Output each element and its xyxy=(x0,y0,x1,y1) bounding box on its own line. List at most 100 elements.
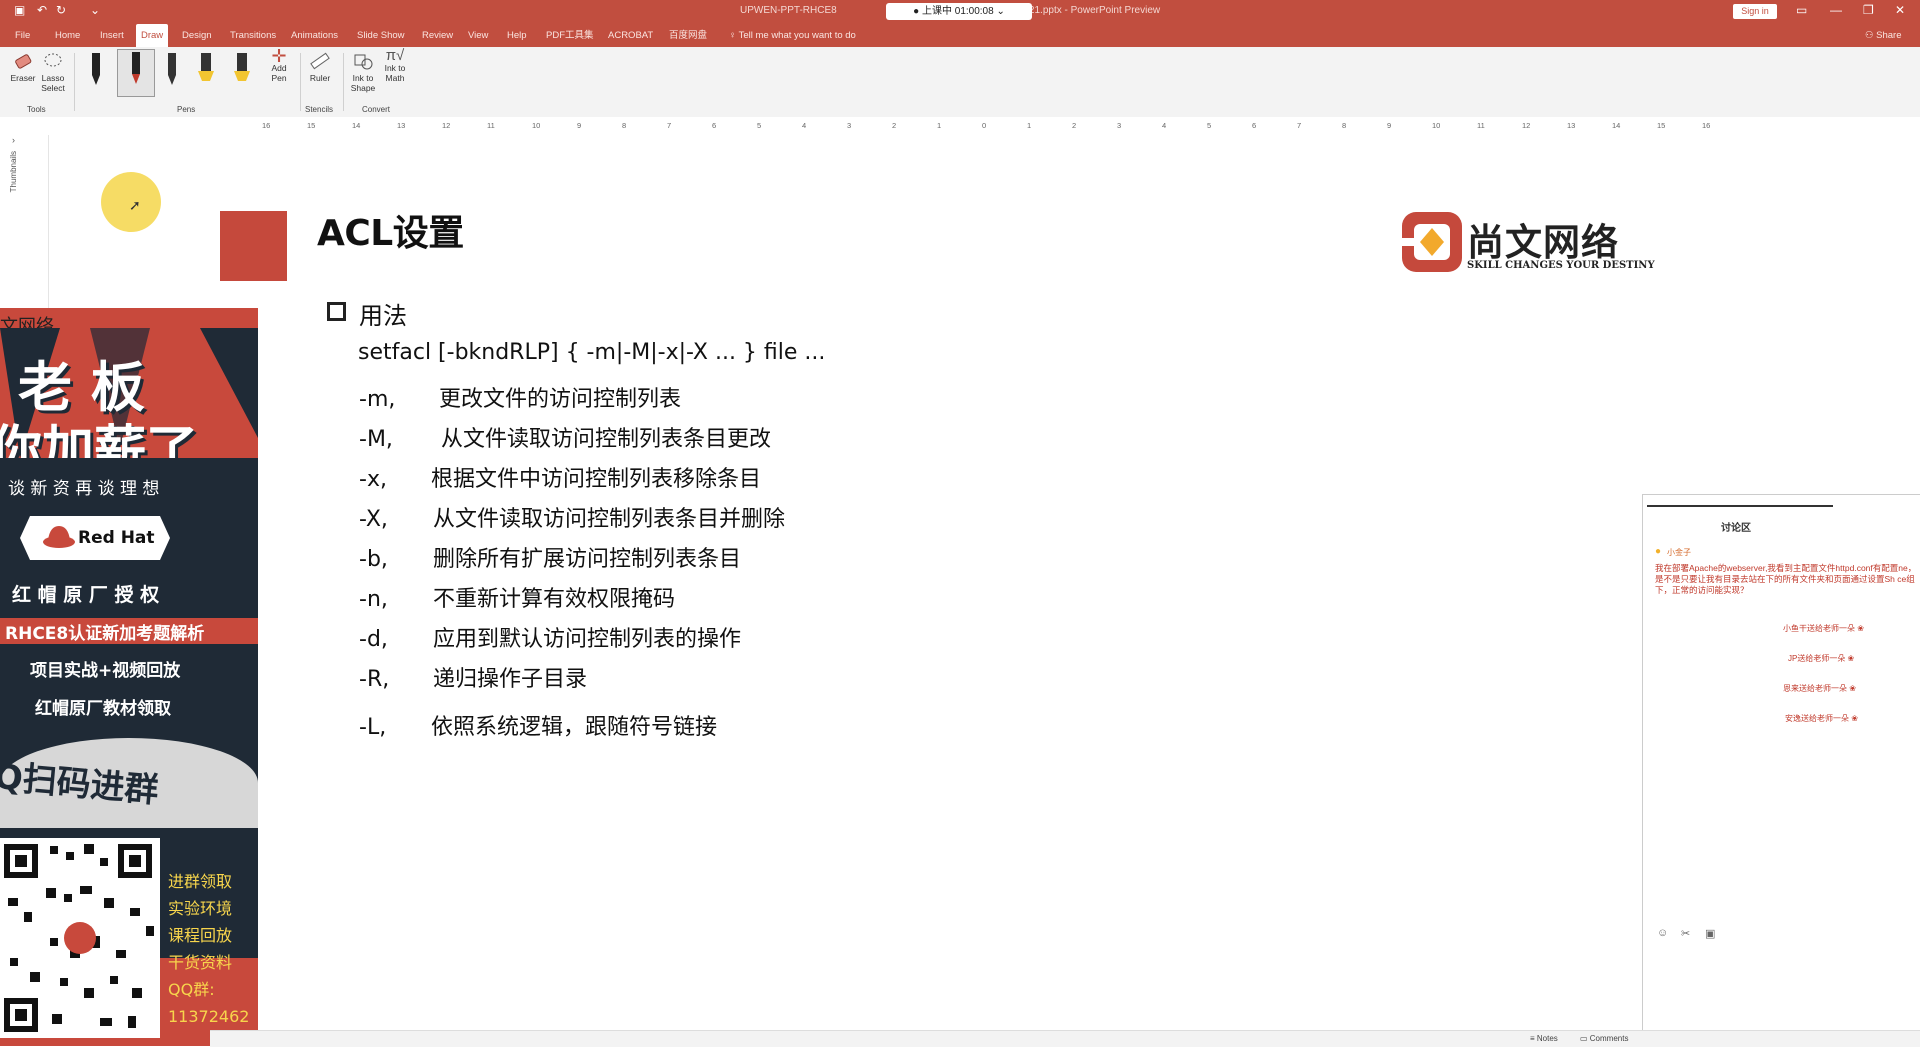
minimize-icon[interactable]: — xyxy=(1830,3,1842,17)
stencils-group-label: Stencils xyxy=(305,105,334,114)
undo-icon[interactable]: ↶ xyxy=(37,3,47,17)
tab-draw[interactable]: Draw xyxy=(136,24,169,47)
recording-indicator[interactable]: ● 上课中 01:00:08 ⌄ xyxy=(886,3,1032,20)
expand-thumbnails-icon[interactable]: › xyxy=(12,135,15,145)
option-line: -M, 从文件读取访问控制列表条目更改 xyxy=(359,427,772,452)
person-icon: ⚇ xyxy=(1865,30,1877,41)
tab-help[interactable]: Help xyxy=(502,24,532,47)
tab-home[interactable]: Home xyxy=(50,24,85,47)
highlighter-yellow[interactable] xyxy=(196,51,216,91)
image-icon[interactable]: ▣ xyxy=(1705,927,1715,940)
ruler-tick: 3 xyxy=(847,121,852,130)
slide-accent-square xyxy=(220,211,287,281)
gift-message: 恩来送给老师一朵 ❀ xyxy=(1783,684,1856,693)
ruler-tick: 16 xyxy=(1702,121,1711,130)
mouse-pointer-icon: ➚ xyxy=(129,197,141,213)
tell-me-search[interactable]: ♀ Tell me what you want to do xyxy=(724,24,861,47)
tab-acrobat[interactable]: ACROBAT xyxy=(603,24,658,47)
highlighter-yellow-2[interactable] xyxy=(232,51,252,91)
ruler-tick: 6 xyxy=(712,121,717,130)
chat-title[interactable]: 讨论区 xyxy=(1721,519,1751,534)
discussion-panel[interactable]: 讨论区 ● 小金子 我在部署Apache的webserver,我看到主配置文件h… xyxy=(1642,494,1920,1047)
tab-pdf-tools[interactable]: PDF工具集 xyxy=(541,24,599,47)
shapes-icon xyxy=(354,54,373,70)
pencil-tool[interactable] xyxy=(164,51,180,91)
tab-slide-show[interactable]: Slide Show xyxy=(352,24,410,47)
option-line: -X, 从文件读取访问控制列表条目并删除 xyxy=(359,507,786,532)
ruler-tick: 1 xyxy=(1027,121,1032,130)
ink-to-shape-button[interactable]: Ink to Shape xyxy=(348,51,378,93)
tab-transitions[interactable]: Transitions xyxy=(225,24,281,47)
tab-animations[interactable]: Animations xyxy=(286,24,343,47)
emoji-icon[interactable]: ☺ xyxy=(1657,927,1668,939)
tools-group-label: Tools xyxy=(27,105,46,114)
ruler-tick: 11 xyxy=(487,121,495,130)
ad-brand: Red Hat xyxy=(78,528,155,548)
ruler-tick: 14 xyxy=(352,121,361,130)
chat-message: 我在部署Apache的webserver,我看到主配置文件httpd.conf有… xyxy=(1655,563,1917,595)
ruler-tick: 5 xyxy=(757,121,762,130)
ruler-tick: 9 xyxy=(577,121,582,130)
eraser-icon xyxy=(15,54,32,69)
promo-overlay[interactable]: 文网络 老 板 你加薪了 谈 新 资 再 谈 理 想 Red Hat 红 帽 原… xyxy=(0,308,258,1046)
share-button[interactable]: ⚇ Share xyxy=(1860,24,1907,47)
math-icon: π√ xyxy=(385,47,405,64)
thumbnails-pane[interactable]: › Thumbnails xyxy=(0,135,49,310)
add-pen-button[interactable]: ✛ Add Pen xyxy=(264,46,294,83)
lasso-select-button[interactable]: Lasso Select xyxy=(38,51,68,93)
ruler-tick: 15 xyxy=(307,121,316,130)
pencil-icon xyxy=(168,53,176,85)
sign-in-button[interactable]: Sign in xyxy=(1733,4,1777,19)
ad-line-1: RHCE8认证新加考题解析 xyxy=(5,624,205,644)
ruler-tick: 10 xyxy=(1432,121,1441,130)
ruler-tick: 7 xyxy=(1297,121,1302,130)
status-bar: ≡ Notes ▭ Comments xyxy=(210,1030,1920,1047)
ruler-tick: 11 xyxy=(1477,121,1485,130)
tab-review[interactable]: Review xyxy=(417,24,458,47)
ad-line-3: 红帽原厂教材领取 xyxy=(35,699,171,719)
eraser-button[interactable]: Eraser xyxy=(8,51,38,83)
ruler-button[interactable]: Ruler xyxy=(305,51,335,83)
user-avatar-icon: ● xyxy=(1655,546,1662,557)
ruler-tick: 13 xyxy=(1567,121,1576,130)
pen-red-selected[interactable] xyxy=(117,49,155,97)
chat-username: 小金子 xyxy=(1667,548,1691,557)
pen-black[interactable] xyxy=(88,51,104,91)
comments-button[interactable]: ▭ Comments xyxy=(1580,1034,1628,1043)
restore-icon[interactable]: ❐ xyxy=(1863,3,1874,17)
ribbon-display-icon[interactable]: ▭ xyxy=(1796,3,1807,17)
save-icon[interactable]: ▣ xyxy=(14,3,25,17)
gift-message: 安逸送给老师一朵 ❀ xyxy=(1785,714,1858,723)
tab-baidu-netdisk[interactable]: 百度网盘 xyxy=(664,24,712,47)
ruler-tick: 13 xyxy=(397,121,406,130)
option-line: -R, 递归操作子目录 xyxy=(359,667,588,692)
bullet-heading: 用法 xyxy=(359,302,407,330)
ruler-tick: 14 xyxy=(1612,121,1621,130)
tab-design[interactable]: Design xyxy=(177,24,217,47)
scissors-icon[interactable]: ✂ xyxy=(1681,927,1690,940)
pen-icon xyxy=(92,53,100,85)
tab-file[interactable]: File xyxy=(10,24,35,47)
horizontal-ruler: 16 15 14 13 12 11 10 9 8 7 6 5 4 3 2 1 0 1 2 3 4 5 6 7 8 9 10 11 12 1… xyxy=(0,117,1920,135)
ruler-tick: 0 xyxy=(982,121,987,130)
tab-view[interactable]: View xyxy=(463,24,493,47)
plus-icon: ✛ xyxy=(271,46,287,66)
close-icon[interactable]: ✕ xyxy=(1895,3,1905,17)
ink-to-math-button[interactable]: π√ Ink to Math xyxy=(380,47,410,83)
ruler-tick: 4 xyxy=(802,121,807,130)
notes-button[interactable]: ≡ Notes xyxy=(1530,1034,1558,1043)
convert-group-label: Convert xyxy=(362,105,391,114)
pens-group-label: Pens xyxy=(177,105,196,114)
company-logo: 尚文网络 SKILL CHANGES YOUR DESTINY xyxy=(1400,208,1655,276)
logo-tagline: SKILL CHANGES YOUR DESTINY xyxy=(1467,260,1655,271)
ruler-icon xyxy=(310,52,330,70)
ruler-tick: 12 xyxy=(442,121,451,130)
tab-insert[interactable]: Insert xyxy=(95,24,129,47)
qr-code[interactable] xyxy=(0,838,160,1038)
customize-qat-icon[interactable]: ⌄ xyxy=(90,3,100,17)
ruler-tick: 5 xyxy=(1207,121,1212,130)
ruler-tick: 4 xyxy=(1162,121,1167,130)
ruler-tick: 6 xyxy=(1252,121,1257,130)
redo-icon[interactable]: ↻ xyxy=(56,3,66,17)
option-line: -b, 删除所有扩展访问控制列表条目 xyxy=(359,547,742,572)
